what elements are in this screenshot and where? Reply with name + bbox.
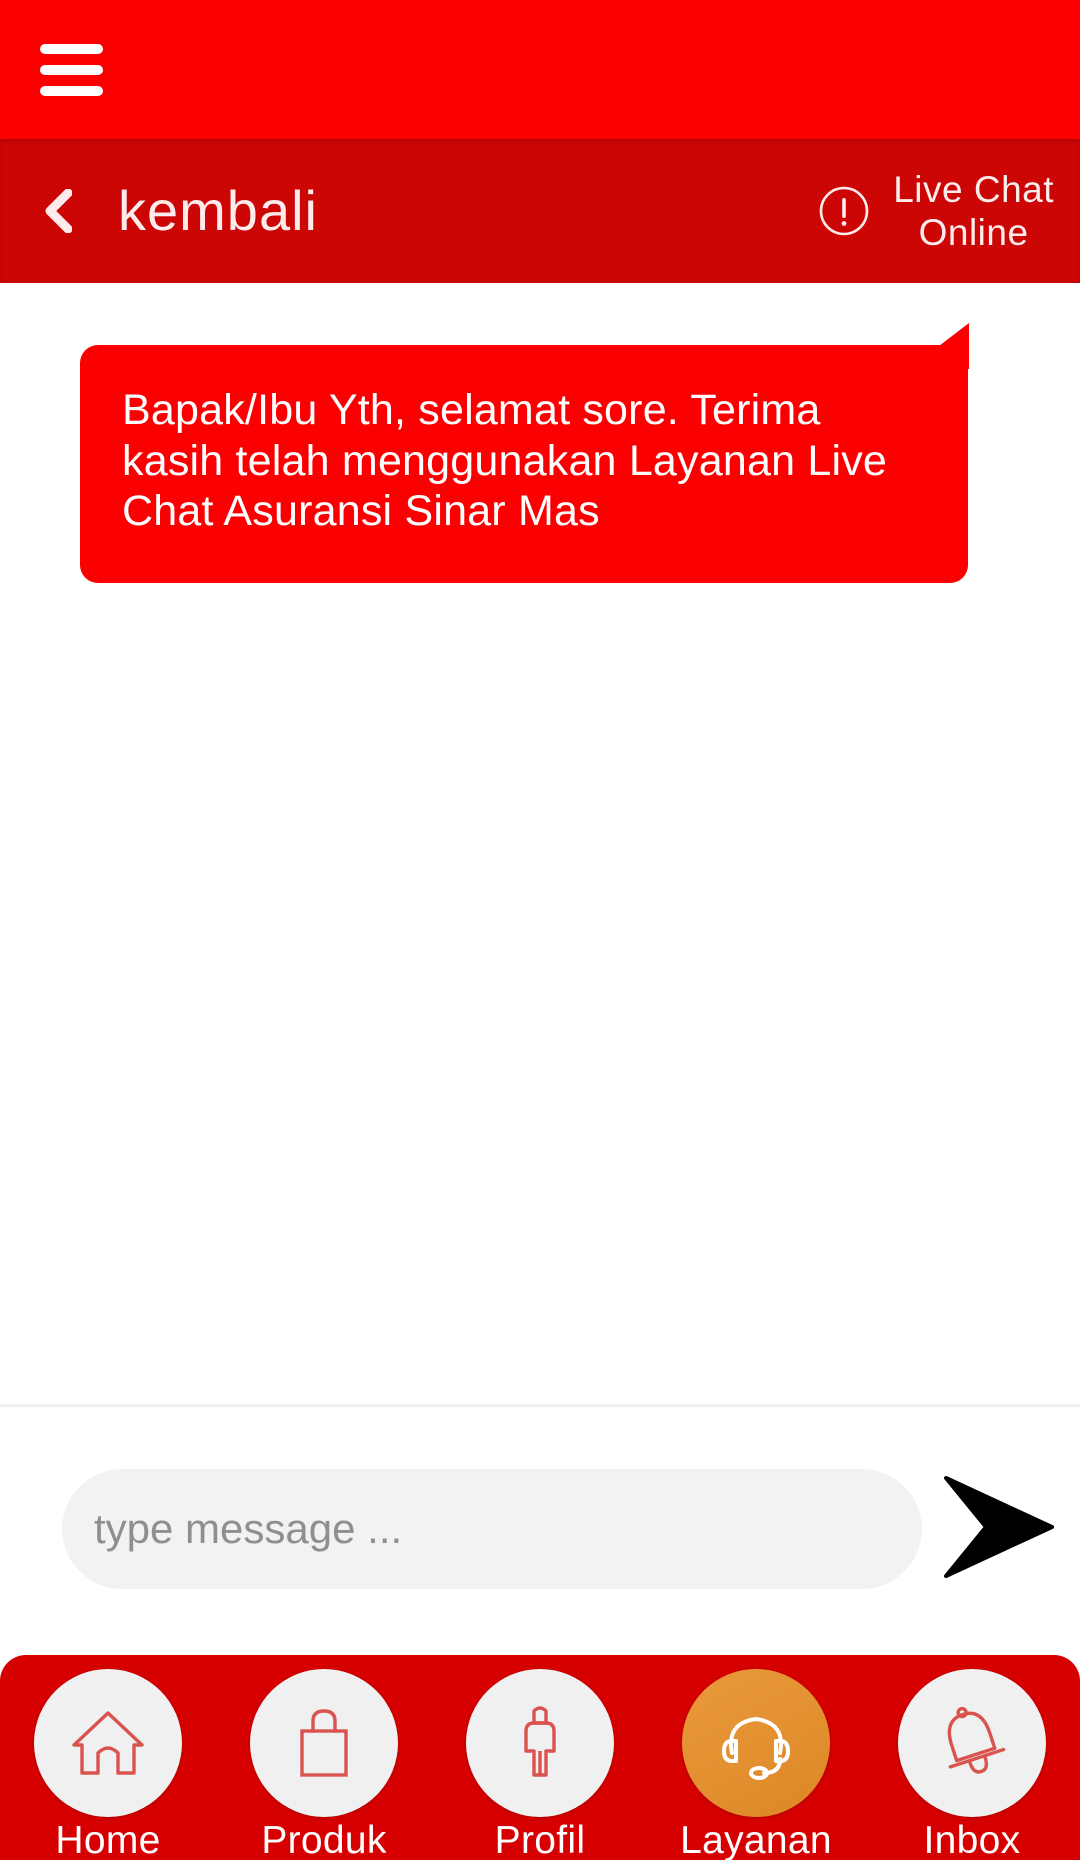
nav-item-home[interactable]: Home [8,1669,208,1860]
chat-header-bar: kembali Live Chat Online [0,139,1080,283]
person-icon [498,1701,582,1785]
status-line-2: Online [918,212,1029,253]
shopping-bag-icon [282,1701,366,1785]
hamburger-bar [40,86,103,96]
status-line-1: Live Chat [893,168,1054,210]
nav-icon-circle [466,1669,614,1817]
hamburger-bar [40,44,103,54]
chat-message-row: Bapak/Ibu Yth, selamat sore. Terima kasi… [80,323,969,584]
message-text: Bapak/Ibu Yth, selamat sore. Terima kasi… [122,386,888,536]
nav-icon-circle [250,1669,398,1817]
bubble-tail [909,323,969,369]
send-arrow-icon [940,1472,1056,1582]
hamburger-menu-icon[interactable] [40,44,103,96]
nav-label: Profil [494,1819,586,1860]
home-icon [66,1701,150,1785]
nav-item-inbox[interactable]: Inbox [872,1669,1072,1860]
live-chat-screen: kembali Live Chat Online Bapak/Ibu Yth, … [0,0,1080,1860]
message-composer [0,1407,1080,1647]
headset-icon [714,1701,798,1785]
hamburger-bar [40,65,103,75]
chat-status-group[interactable]: Live Chat Online [817,139,1054,283]
status-badge: Live Chat Online [893,168,1054,255]
nav-item-profil[interactable]: Profil [440,1669,640,1860]
nav-icon-circle [898,1669,1046,1817]
bell-icon [930,1701,1014,1785]
nav-label: Produk [261,1819,387,1860]
send-button[interactable] [940,1472,1056,1582]
chevron-left-icon [42,189,72,233]
nav-item-layanan[interactable]: Layanan [656,1669,856,1860]
back-button[interactable]: kembali [42,139,318,283]
message-input[interactable] [62,1469,922,1589]
agent-message-bubble: Bapak/Ibu Yth, selamat sore. Terima kasi… [80,323,969,584]
chat-message-list[interactable]: Bapak/Ibu Yth, selamat sore. Terima kasi… [0,283,1080,1405]
brand-bar [0,0,1080,139]
nav-icon-circle [34,1669,182,1817]
bottom-navigation: Home Produk Profil Layanan Inbox [0,1655,1080,1860]
back-label: kembali [118,179,318,242]
exclamation-circle-icon[interactable] [817,184,871,238]
nav-icon-circle [682,1669,830,1817]
nav-label: Layanan [680,1819,832,1860]
nav-item-produk[interactable]: Produk [224,1669,424,1860]
nav-label: Inbox [923,1819,1021,1860]
nav-label: Home [55,1819,161,1860]
